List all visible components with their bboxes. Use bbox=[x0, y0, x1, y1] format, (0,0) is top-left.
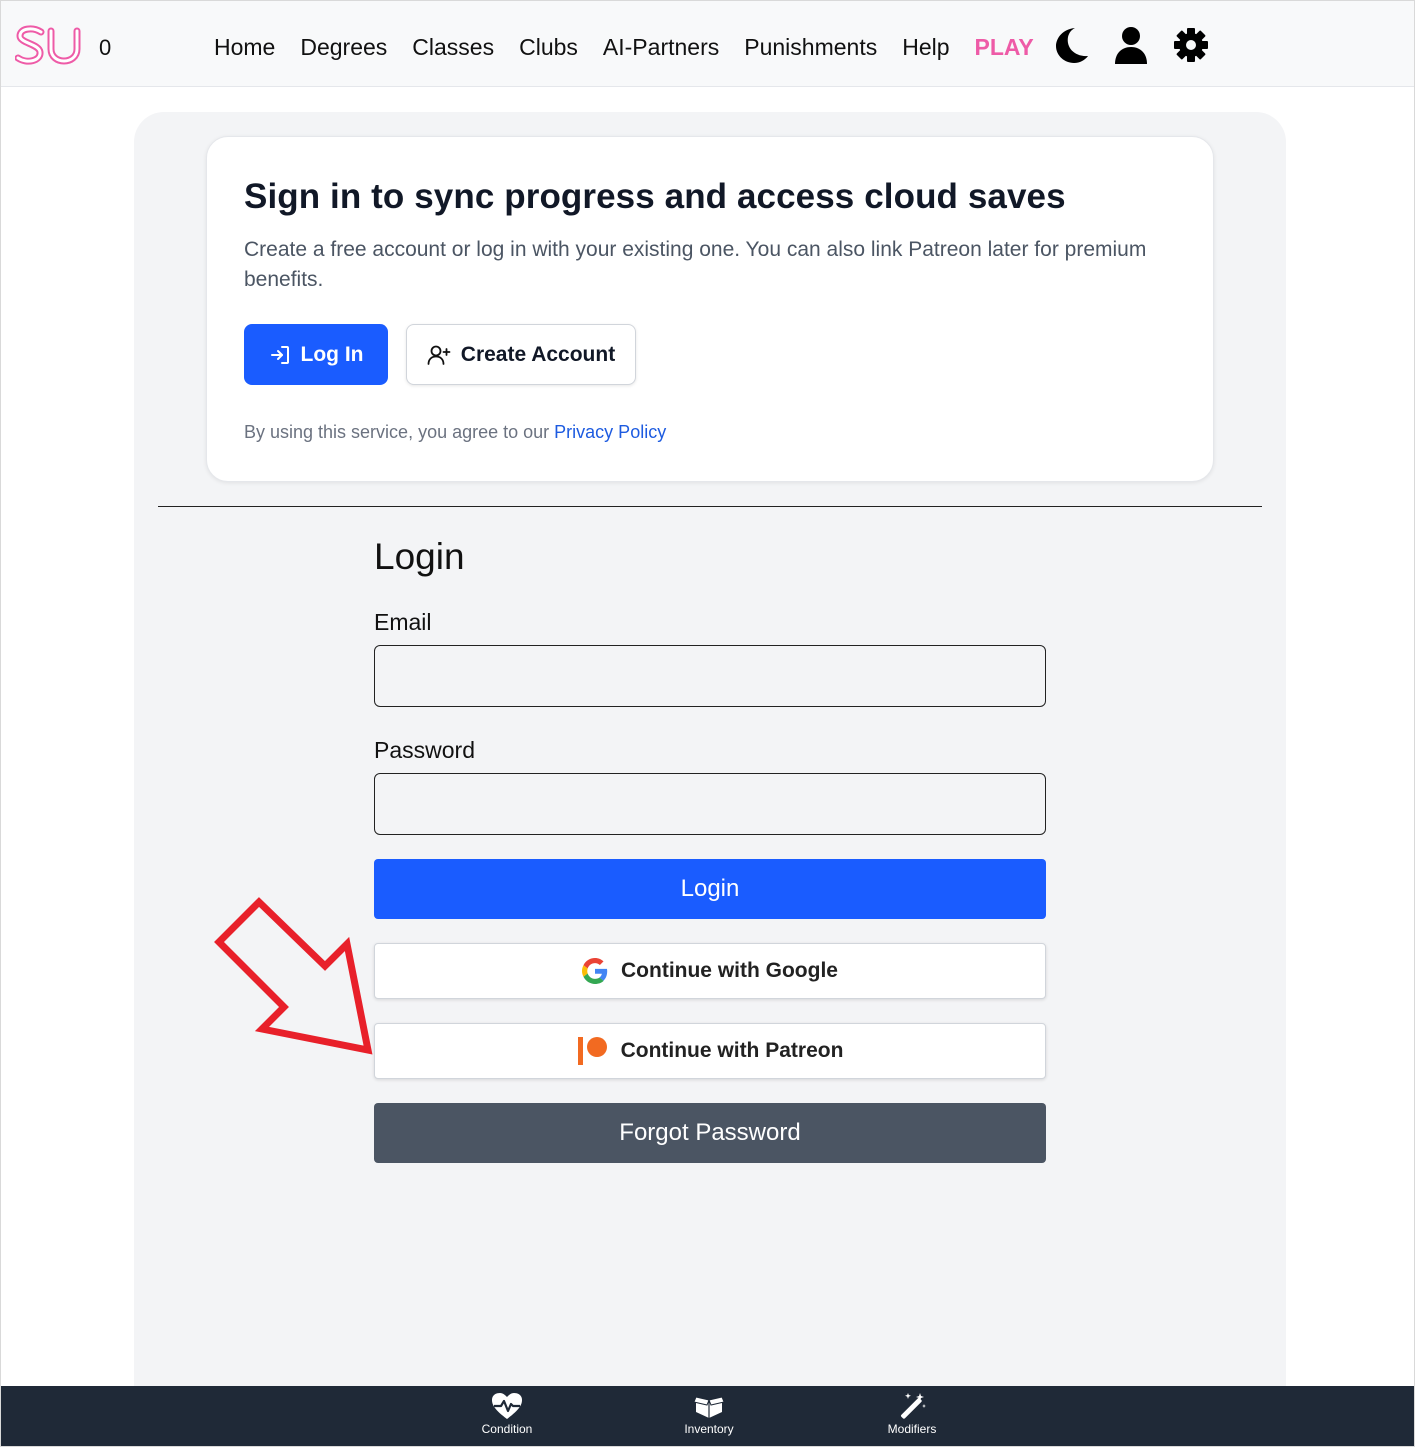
continue-with-patreon-button[interactable]: Continue with Patreon bbox=[374, 1023, 1046, 1079]
forgot-password-button[interactable]: Forgot Password bbox=[374, 1103, 1046, 1163]
nav-classes[interactable]: Classes bbox=[412, 32, 494, 62]
nav-punishments[interactable]: Punishments bbox=[744, 32, 877, 62]
bottom-nav-inventory-label: Inventory bbox=[684, 1422, 734, 1436]
patreon-button-label: Continue with Patreon bbox=[620, 1039, 844, 1062]
login-submit-button[interactable]: Login bbox=[374, 859, 1046, 919]
arrow-annotation-icon bbox=[210, 895, 380, 1060]
top-navbar: 0 Home Degrees Classes Clubs AI-Partners… bbox=[1, 1, 1414, 87]
signin-card: Sign in to sync progress and access clou… bbox=[206, 136, 1214, 482]
password-field[interactable] bbox=[374, 773, 1046, 835]
patreon-icon bbox=[577, 1036, 609, 1066]
main-nav: Home Degrees Classes Clubs AI-Partners P… bbox=[214, 32, 1059, 62]
signin-description: Create a free account or log in with you… bbox=[244, 238, 1147, 291]
counter-value: 0 bbox=[99, 35, 112, 60]
nav-ai-partners[interactable]: AI-Partners bbox=[603, 32, 719, 62]
email-field[interactable] bbox=[374, 645, 1046, 707]
login-button-label: Log In bbox=[300, 342, 364, 366]
signin-title: Sign in to sync progress and access clou… bbox=[244, 177, 1066, 216]
privacy-policy-link[interactable]: Privacy Policy bbox=[554, 422, 666, 442]
email-label: Email bbox=[374, 609, 432, 635]
moon-icon[interactable] bbox=[1051, 24, 1091, 66]
magic-wand-icon bbox=[901, 1393, 926, 1419]
gear-icon[interactable] bbox=[1171, 24, 1211, 66]
create-account-label: Create Account bbox=[460, 342, 616, 366]
password-label: Password bbox=[374, 737, 475, 763]
bottom-nav-modifiers[interactable]: Modifiers bbox=[867, 1392, 957, 1442]
login-heading: Login bbox=[374, 536, 465, 577]
nav-home[interactable]: Home bbox=[214, 32, 275, 62]
privacy-notice: By using this service, you agree to our … bbox=[244, 422, 666, 443]
create-account-button[interactable]: Create Account bbox=[406, 324, 636, 385]
user-icon[interactable] bbox=[1111, 24, 1151, 66]
bottom-nav-condition-label: Condition bbox=[481, 1422, 533, 1436]
bottom-nav-modifiers-label: Modifiers bbox=[887, 1422, 937, 1436]
continue-with-google-button[interactable]: Continue with Google bbox=[374, 943, 1046, 999]
google-icon bbox=[582, 958, 608, 984]
bottom-nav-bar: Condition Inventory Modifiers bbox=[1, 1386, 1414, 1446]
login-button[interactable]: Log In bbox=[244, 324, 388, 385]
bottom-nav-inventory[interactable]: Inventory bbox=[664, 1392, 754, 1442]
google-button-label: Continue with Google bbox=[621, 959, 838, 982]
heart-pulse-icon bbox=[492, 1393, 522, 1419]
nav-help[interactable]: Help bbox=[902, 32, 949, 62]
box-icon bbox=[693, 1396, 725, 1418]
nav-clubs[interactable]: Clubs bbox=[519, 32, 578, 62]
nav-play[interactable]: PLAY bbox=[975, 32, 1034, 62]
nav-icon-group bbox=[1051, 24, 1231, 66]
login-arrow-icon bbox=[269, 344, 291, 366]
section-divider bbox=[158, 506, 1262, 507]
su-logo[interactable] bbox=[14, 23, 87, 69]
bottom-nav-condition[interactable]: Condition bbox=[462, 1392, 552, 1442]
user-plus-icon bbox=[427, 344, 451, 366]
privacy-prefix: By using this service, you agree to our bbox=[244, 422, 555, 442]
nav-degrees[interactable]: Degrees bbox=[300, 32, 387, 62]
